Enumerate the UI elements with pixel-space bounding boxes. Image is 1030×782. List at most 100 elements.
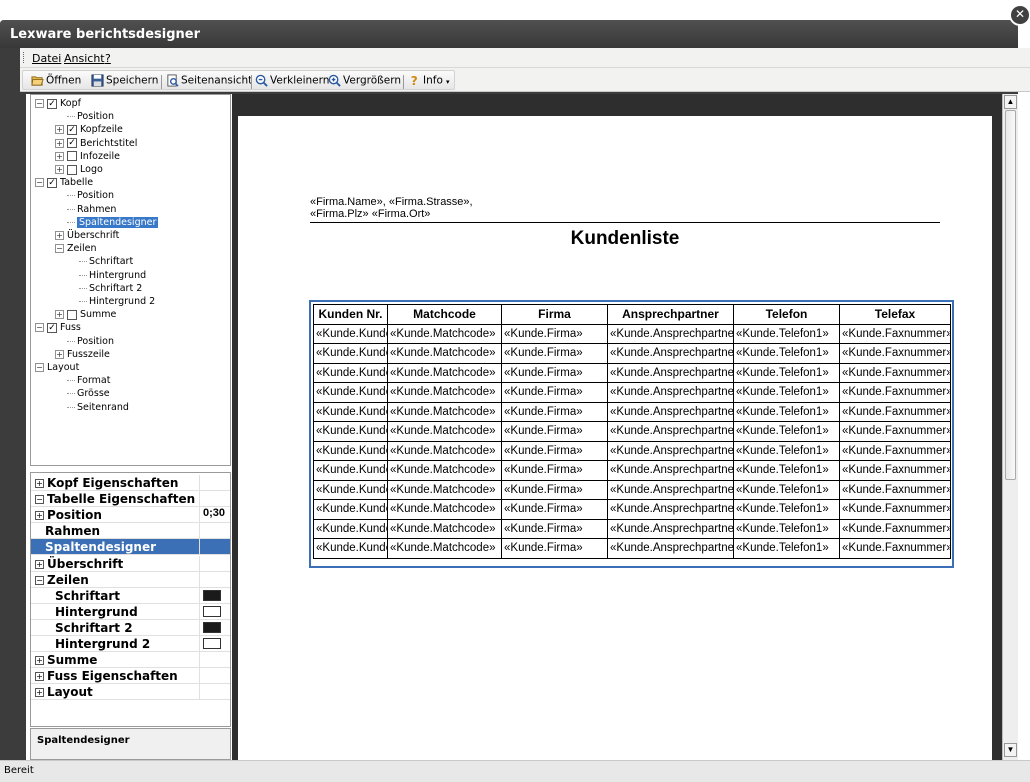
column-header[interactable]: Telefax bbox=[839, 304, 951, 325]
menu-help[interactable]: ? bbox=[105, 52, 111, 65]
save-button[interactable]: Speichern bbox=[91, 74, 158, 89]
expand-icon[interactable]: + bbox=[55, 138, 64, 148]
table-cell[interactable]: «Kunde.Matchcode» bbox=[387, 440, 502, 461]
tree-node[interactable]: + ✓ Kopfzeile bbox=[55, 123, 123, 136]
table-cell[interactable]: «Kunde.Faxnummer» bbox=[839, 499, 951, 520]
tree-node[interactable]: − ✓ Fuss bbox=[35, 321, 81, 334]
table-cell[interactable]: «Kunde.Ansprechpartner» bbox=[607, 460, 734, 481]
table-cell[interactable]: «Kunde.Firma» bbox=[501, 323, 608, 344]
table-cell[interactable]: «Kunde.Telefon1» bbox=[733, 343, 840, 364]
property-row[interactable]: + Fuss Eigenschaften bbox=[31, 668, 230, 685]
tree-checkbox[interactable]: ✓ bbox=[47, 98, 57, 109]
property-value[interactable] bbox=[199, 668, 230, 684]
table-cell[interactable]: «Kunde.Firma» bbox=[501, 479, 608, 500]
table-cell[interactable]: «Kunde.Kundennummer» bbox=[313, 382, 388, 403]
tree-node[interactable]: Rahmen bbox=[67, 203, 116, 216]
menu-ansicht[interactable]: Ansicht bbox=[64, 52, 105, 65]
open-button[interactable]: Öffnen bbox=[31, 74, 81, 89]
tree-node[interactable]: + Summe bbox=[55, 308, 116, 321]
property-row[interactable]: Hintergrund 2 bbox=[31, 636, 230, 652]
table-cell[interactable]: «Kunde.Ansprechpartner» bbox=[607, 323, 734, 344]
table-cell[interactable]: «Kunde.Matchcode» bbox=[387, 421, 502, 442]
expand-icon[interactable]: + bbox=[35, 479, 44, 488]
table-cell[interactable]: «Kunde.Faxnummer» bbox=[839, 421, 951, 442]
table-cell[interactable]: «Kunde.Ansprechpartner» bbox=[607, 421, 734, 442]
tree-node[interactable]: Position bbox=[67, 335, 114, 348]
property-value[interactable] bbox=[199, 603, 230, 619]
table-cell[interactable]: «Kunde.Matchcode» bbox=[387, 499, 502, 520]
tree-checkbox[interactable]: ✓ bbox=[47, 177, 57, 188]
property-row[interactable]: − Zeilen bbox=[31, 571, 230, 588]
section-tree[interactable]: − ✓ Kopf Position + ✓ Kopfzeile + ✓ Berichtstitel… bbox=[30, 94, 231, 466]
tree-node[interactable]: − Layout bbox=[35, 361, 79, 374]
table-cell[interactable]: «Kunde.Telefon1» bbox=[733, 323, 840, 344]
tree-node[interactable]: − ✓ Tabelle bbox=[35, 176, 93, 189]
table-cell[interactable]: «Kunde.Telefon1» bbox=[733, 440, 840, 461]
table-cell[interactable]: «Kunde.Matchcode» bbox=[387, 343, 502, 364]
column-header[interactable]: Telefon bbox=[733, 304, 840, 325]
tree-node[interactable]: + Infozeile bbox=[55, 150, 120, 163]
color-swatch[interactable] bbox=[203, 605, 221, 617]
property-value[interactable] bbox=[199, 491, 230, 507]
table-cell[interactable]: «Kunde.Faxnummer» bbox=[839, 323, 951, 344]
table-cell[interactable]: «Kunde.Firma» bbox=[501, 382, 608, 403]
property-value[interactable] bbox=[199, 652, 230, 668]
table-cell[interactable]: «Kunde.Firma» bbox=[501, 401, 608, 422]
table-cell[interactable]: «Kunde.Telefon1» bbox=[733, 499, 840, 520]
page-preview-button[interactable]: Seitenansicht bbox=[166, 74, 252, 89]
table-cell[interactable]: «Kunde.Firma» bbox=[501, 421, 608, 442]
table-cell[interactable]: «Kunde.Kundennummer» bbox=[313, 362, 388, 383]
table-cell[interactable]: «Kunde.Ansprechpartner» bbox=[607, 538, 734, 559]
table-cell[interactable]: «Kunde.Faxnummer» bbox=[839, 538, 951, 559]
tree-node[interactable]: Spaltendesigner bbox=[67, 216, 159, 229]
property-row[interactable]: − Tabelle Eigenschaften bbox=[31, 491, 230, 508]
expand-icon[interactable]: + bbox=[55, 151, 64, 161]
property-row[interactable]: + Überschrift bbox=[31, 555, 230, 572]
table-cell[interactable]: «Kunde.Faxnummer» bbox=[839, 440, 951, 461]
color-swatch[interactable] bbox=[203, 589, 221, 601]
tree-checkbox[interactable] bbox=[67, 151, 77, 162]
table-cell[interactable]: «Kunde.Ansprechpartner» bbox=[607, 401, 734, 422]
expand-icon[interactable]: + bbox=[35, 559, 44, 569]
tree-node[interactable]: Position bbox=[67, 110, 114, 123]
table-cell[interactable]: «Kunde.Ansprechpartner» bbox=[607, 440, 734, 461]
table-cell[interactable]: «Kunde.Telefon1» bbox=[733, 479, 840, 500]
scroll-thumb[interactable] bbox=[1005, 110, 1016, 480]
tree-node[interactable]: + Fusszeile bbox=[55, 348, 110, 361]
table-cell[interactable]: «Kunde.Kundennummer» bbox=[313, 440, 388, 461]
scroll-down-button[interactable]: ▼ bbox=[1004, 743, 1017, 757]
report-title[interactable]: Kundenliste bbox=[310, 228, 940, 250]
table-cell[interactable]: «Kunde.Matchcode» bbox=[387, 362, 502, 383]
table-cell[interactable]: «Kunde.Ansprechpartner» bbox=[607, 479, 734, 500]
property-value[interactable] bbox=[199, 523, 230, 539]
table-cell[interactable]: «Kunde.Faxnummer» bbox=[839, 343, 951, 364]
table-cell[interactable]: «Kunde.Matchcode» bbox=[387, 323, 502, 344]
tree-node[interactable]: + ✓ Berichtstitel bbox=[55, 137, 137, 150]
table-cell[interactable]: «Kunde.Firma» bbox=[501, 460, 608, 481]
property-row[interactable]: Hintergrund bbox=[31, 603, 230, 620]
color-swatch[interactable] bbox=[203, 621, 221, 633]
collapse-icon[interactable]: − bbox=[55, 244, 64, 254]
title-bar[interactable]: Lexware berichtsdesigner bbox=[0, 20, 1018, 48]
report-table[interactable]: Kunden Nr. Matchcode Firma Ansprechpartner T… bbox=[309, 300, 954, 568]
menu-grip[interactable] bbox=[23, 52, 26, 63]
table-cell[interactable]: «Kunde.Firma» bbox=[501, 343, 608, 364]
table-cell[interactable]: «Kunde.Kundennummer» bbox=[313, 518, 388, 539]
property-row[interactable]: + Kopf Eigenschaften bbox=[31, 475, 230, 491]
table-cell[interactable]: «Kunde.Ansprechpartner» bbox=[607, 499, 734, 520]
property-grid[interactable]: + Kopf Eigenschaften − Tabelle Eigenschafte… bbox=[30, 472, 231, 727]
column-header[interactable]: Kunden Nr. bbox=[313, 304, 388, 325]
tree-node[interactable]: Hintergrund 2 bbox=[79, 295, 155, 308]
collapse-icon[interactable]: − bbox=[35, 178, 44, 188]
vertical-scrollbar[interactable]: ▲ ▼ bbox=[1002, 94, 1018, 760]
collapse-icon[interactable]: − bbox=[35, 99, 44, 108]
table-cell[interactable]: «Kunde.Kundennummer» bbox=[313, 401, 388, 422]
column-header[interactable]: Ansprechpartner bbox=[607, 304, 734, 325]
zoom-in-button[interactable]: Vergrößern bbox=[328, 74, 401, 89]
table-cell[interactable]: «Kunde.Kundennummer» bbox=[313, 538, 388, 559]
property-row[interactable]: + Layout bbox=[31, 684, 230, 701]
table-cell[interactable]: «Kunde.Faxnummer» bbox=[839, 460, 951, 481]
table-cell[interactable]: «Kunde.Faxnummer» bbox=[839, 401, 951, 422]
menu-datei[interactable]: Datei bbox=[32, 52, 61, 65]
expand-icon[interactable]: + bbox=[55, 349, 64, 359]
